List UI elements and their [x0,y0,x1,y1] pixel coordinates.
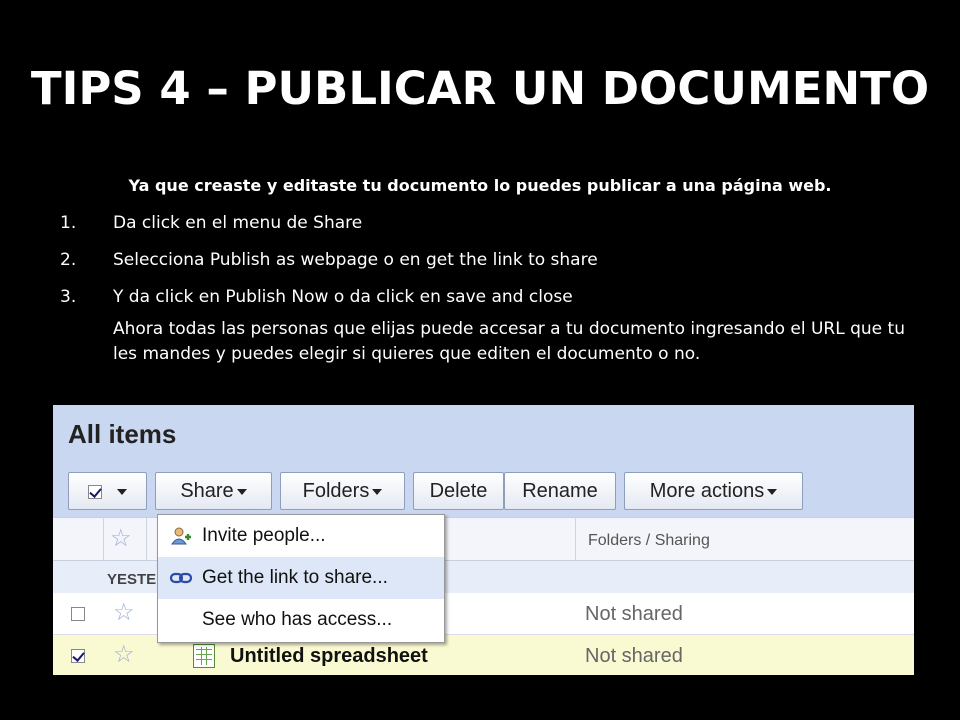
chevron-down-icon [236,488,247,495]
menu-item-label: See who has access... [202,609,393,630]
column-divider [103,518,104,560]
rename-button[interactable]: Rename [504,472,616,510]
more-actions-button[interactable]: More actions [624,472,803,510]
star-icon[interactable]: ☆ [113,643,135,667]
share-label: Share [180,480,234,502]
note-text: Ahora todas las personas que elijas pued… [113,319,905,364]
row-checkbox[interactable] [71,607,85,621]
group-label: YESTE [107,571,157,588]
step-number: 2. [60,250,77,270]
chevron-down-icon [117,488,128,495]
folders-label: Folders [302,480,370,502]
slide-title: TIPS 4 – PUBLICAR UN DOCUMENTO [30,62,930,115]
share-menu: Invite people... Get the link to share..… [157,514,445,643]
step-text: Selecciona Publish as webpage o en get t… [113,250,598,270]
menu-item-see-access[interactable]: See who has access... [158,599,444,641]
column-divider [146,518,147,560]
steps-list: 1. Da click en el menu de Share 2. Selec… [60,212,920,323]
step-number: 3. [60,287,77,307]
row-checkbox[interactable] [71,649,85,663]
file-name[interactable]: Untitled spreadsheet [230,645,428,668]
star-icon[interactable]: ☆ [113,601,135,625]
menu-item-label: Get the link to share... [202,567,388,588]
sharing-status: Not shared [585,645,683,667]
step-item: 2. Selecciona Publish as webpage o en ge… [60,249,920,286]
step-item: 1. Da click en el menu de Share [60,212,920,249]
more-actions-label: More actions [649,480,765,502]
step-text: Y da click en Publish Now o da click en … [113,287,573,307]
step-text: Da click en el menu de Share [113,213,363,233]
folders-button[interactable]: Folders [280,472,405,510]
link-icon [170,572,192,584]
invite-people-icon [171,527,191,545]
docs-screenshot: All items Share Folders Delete Rename Mo… [53,405,914,675]
sharing-status: Not shared [585,603,683,625]
menu-item-get-link[interactable]: Get the link to share... [158,557,444,599]
intro-text: Ya que creaste y editaste tu documento l… [128,176,832,195]
menu-item-label: Invite people... [202,525,326,546]
chevron-down-icon [767,488,778,495]
spreadsheet-icon [193,644,215,668]
delete-button[interactable]: Delete [413,472,504,510]
menu-item-invite-people[interactable]: Invite people... [158,515,444,557]
folders-sharing-column[interactable]: Folders / Sharing [588,532,710,550]
page-heading: All items [68,419,177,449]
select-all-dropdown[interactable] [68,472,147,510]
step-number: 1. [60,213,77,233]
column-divider [575,518,576,560]
select-checkbox[interactable] [87,484,102,499]
share-button[interactable]: Share [155,472,272,510]
chevron-down-icon [372,488,383,495]
toolbar: Share Folders Delete Rename More actions [53,457,914,517]
screenshot-header: All items [53,405,914,457]
star-icon[interactable]: ☆ [110,527,132,551]
